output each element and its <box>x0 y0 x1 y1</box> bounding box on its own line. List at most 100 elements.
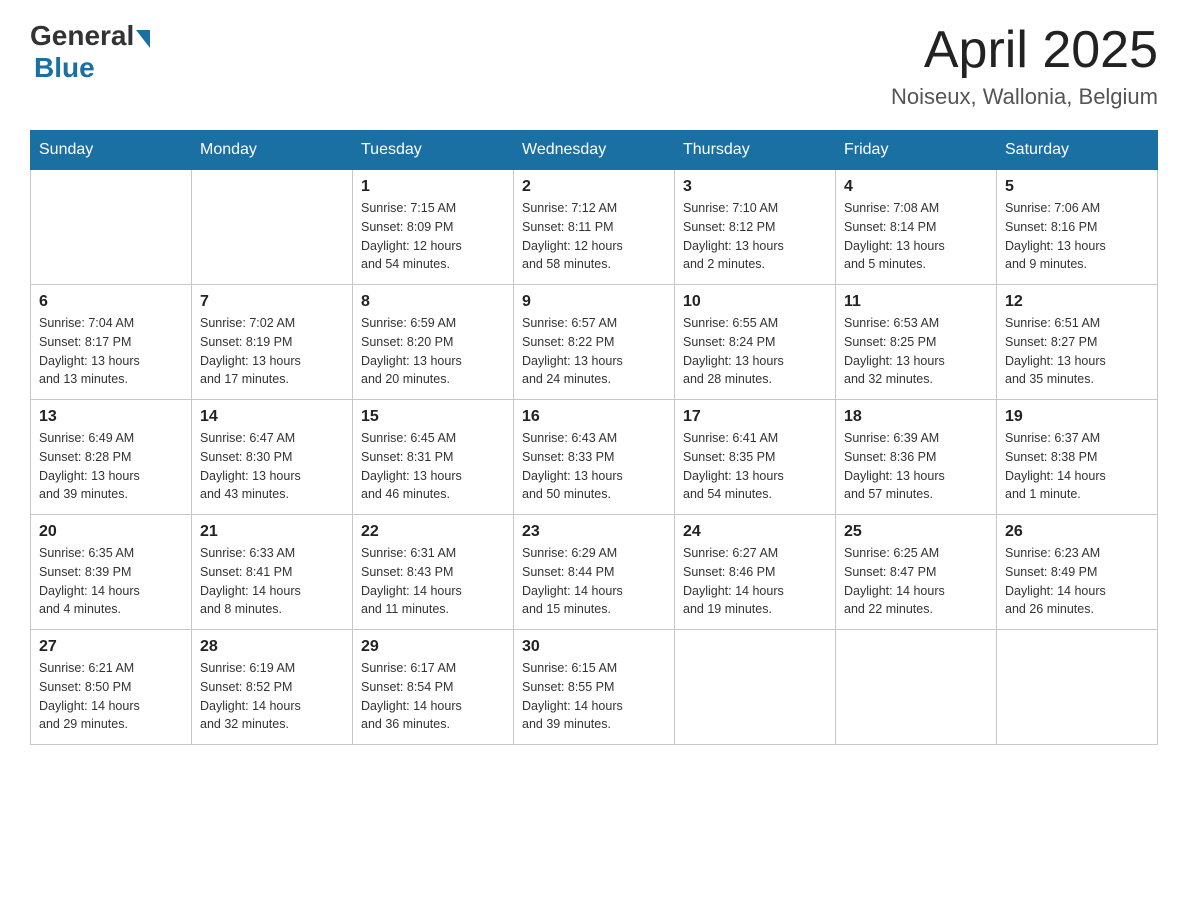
logo-general-text: General <box>30 20 134 52</box>
logo: General Blue <box>30 20 150 84</box>
day-number: 11 <box>844 293 988 311</box>
calendar-week-row: 13Sunrise: 6:49 AM Sunset: 8:28 PM Dayli… <box>31 400 1158 515</box>
calendar-cell: 12Sunrise: 6:51 AM Sunset: 8:27 PM Dayli… <box>997 285 1158 400</box>
day-info: Sunrise: 6:45 AM Sunset: 8:31 PM Dayligh… <box>361 429 505 504</box>
day-of-week-header: Tuesday <box>353 131 514 170</box>
day-info: Sunrise: 7:06 AM Sunset: 8:16 PM Dayligh… <box>1005 199 1149 274</box>
day-info: Sunrise: 6:31 AM Sunset: 8:43 PM Dayligh… <box>361 544 505 619</box>
day-of-week-header: Friday <box>836 131 997 170</box>
day-info: Sunrise: 7:04 AM Sunset: 8:17 PM Dayligh… <box>39 314 183 389</box>
calendar-cell: 6 Sunrise: 7:04 AM Sunset: 8:17 PM Daylig… <box>31 285 192 400</box>
day-info: Sunrise: 6:27 AM Sunset: 8:46 PM Dayligh… <box>683 544 827 619</box>
calendar-cell: 17 Sunrise: 6:41 AM Sunset: 8:35 PM Dayli… <box>675 400 836 515</box>
day-number: 5 <box>1005 178 1149 196</box>
day-info: Sunrise: 6:43 AM Sunset: 8:33 PM Dayligh… <box>522 429 666 504</box>
day-number: 22 <box>361 523 505 541</box>
calendar-cell: 14 Sunrise: 6:47 AM Sunset: 8:30 PM Dayli… <box>192 400 353 515</box>
calendar-cell: 7 Sunrise: 7:02 AM Sunset: 8:19 PM Daylig… <box>192 285 353 400</box>
day-info: Sunrise: 6:57 AM Sunset: 8:22 PM Dayligh… <box>522 314 666 389</box>
day-info: Sunrise: 6:33 AM Sunset: 8:41 PM Dayligh… <box>200 544 344 619</box>
calendar-cell: 24 Sunrise: 6:27 AM Sunset: 8:46 PM Dayli… <box>675 515 836 630</box>
day-number: 8 <box>361 293 505 311</box>
day-info: Sunrise: 6:39 AM Sunset: 8:36 PM Dayligh… <box>844 429 988 504</box>
day-info: Sunrise: 6:47 AM Sunset: 8:30 PM Dayligh… <box>200 429 344 504</box>
day-of-week-header: Sunday <box>31 131 192 170</box>
day-info: Sunrise: 6:55 AM Sunset: 8:24 PM Dayligh… <box>683 314 827 389</box>
day-number: 12 <box>1005 293 1149 311</box>
day-info: Sunrise: 6:41 AM Sunset: 8:35 PM Dayligh… <box>683 429 827 504</box>
calendar-cell: 16 Sunrise: 6:43 AM Sunset: 8:33 PM Dayli… <box>514 400 675 515</box>
calendar-cell: 23 Sunrise: 6:29 AM Sunset: 8:44 PM Dayli… <box>514 515 675 630</box>
day-number: 1 <box>361 178 505 196</box>
calendar-cell: 4Sunrise: 7:08 AM Sunset: 8:14 PM Daylig… <box>836 170 997 285</box>
day-info: Sunrise: 6:25 AM Sunset: 8:47 PM Dayligh… <box>844 544 988 619</box>
day-of-week-header: Wednesday <box>514 131 675 170</box>
day-info: Sunrise: 7:02 AM Sunset: 8:19 PM Dayligh… <box>200 314 344 389</box>
day-number: 17 <box>683 408 827 426</box>
calendar-week-row: 1 Sunrise: 7:15 AM Sunset: 8:09 PM Daylig… <box>31 170 1158 285</box>
calendar-cell: 30 Sunrise: 6:15 AM Sunset: 8:55 PM Dayli… <box>514 630 675 745</box>
day-number: 7 <box>200 293 344 311</box>
calendar-cell: 19Sunrise: 6:37 AM Sunset: 8:38 PM Dayli… <box>997 400 1158 515</box>
day-info: Sunrise: 7:10 AM Sunset: 8:12 PM Dayligh… <box>683 199 827 274</box>
day-number: 13 <box>39 408 183 426</box>
day-info: Sunrise: 7:15 AM Sunset: 8:09 PM Dayligh… <box>361 199 505 274</box>
day-number: 21 <box>200 523 344 541</box>
calendar-cell: 5 Sunrise: 7:06 AM Sunset: 8:16 PM Daylig… <box>997 170 1158 285</box>
day-of-week-header: Monday <box>192 131 353 170</box>
day-number: 18 <box>844 408 988 426</box>
calendar-title: April 2025 <box>891 20 1158 80</box>
calendar-cell: 2 Sunrise: 7:12 AM Sunset: 8:11 PM Daylig… <box>514 170 675 285</box>
day-info: Sunrise: 7:12 AM Sunset: 8:11 PM Dayligh… <box>522 199 666 274</box>
day-number: 10 <box>683 293 827 311</box>
calendar-cell <box>997 630 1158 745</box>
day-number: 9 <box>522 293 666 311</box>
day-number: 20 <box>39 523 183 541</box>
calendar-cell: 1 Sunrise: 7:15 AM Sunset: 8:09 PM Daylig… <box>353 170 514 285</box>
day-number: 3 <box>683 178 827 196</box>
calendar-cell: 27Sunrise: 6:21 AM Sunset: 8:50 PM Dayli… <box>31 630 192 745</box>
day-number: 26 <box>1005 523 1149 541</box>
day-info: Sunrise: 6:59 AM Sunset: 8:20 PM Dayligh… <box>361 314 505 389</box>
day-info: Sunrise: 6:37 AM Sunset: 8:38 PM Dayligh… <box>1005 429 1149 504</box>
calendar-week-row: 20 Sunrise: 6:35 AM Sunset: 8:39 PM Dayli… <box>31 515 1158 630</box>
calendar-cell: 25 Sunrise: 6:25 AM Sunset: 8:47 PM Dayli… <box>836 515 997 630</box>
calendar-header-row: SundayMondayTuesdayWednesdayThursdayFrid… <box>31 131 1158 170</box>
day-info: Sunrise: 6:17 AM Sunset: 8:54 PM Dayligh… <box>361 659 505 734</box>
calendar-cell: 29Sunrise: 6:17 AM Sunset: 8:54 PM Dayli… <box>353 630 514 745</box>
day-number: 6 <box>39 293 183 311</box>
calendar-table: SundayMondayTuesdayWednesdayThursdayFrid… <box>30 130 1158 745</box>
day-number: 14 <box>200 408 344 426</box>
page-header: General Blue April 2025 Noiseux, Walloni… <box>30 20 1158 110</box>
calendar-cell: 13Sunrise: 6:49 AM Sunset: 8:28 PM Dayli… <box>31 400 192 515</box>
calendar-cell <box>836 630 997 745</box>
calendar-location: Noiseux, Wallonia, Belgium <box>891 84 1158 110</box>
day-number: 15 <box>361 408 505 426</box>
day-of-week-header: Saturday <box>997 131 1158 170</box>
calendar-cell: 3 Sunrise: 7:10 AM Sunset: 8:12 PM Daylig… <box>675 170 836 285</box>
calendar-cell: 9 Sunrise: 6:57 AM Sunset: 8:22 PM Daylig… <box>514 285 675 400</box>
calendar-cell: 22 Sunrise: 6:31 AM Sunset: 8:43 PM Dayli… <box>353 515 514 630</box>
day-number: 16 <box>522 408 666 426</box>
day-info: Sunrise: 6:15 AM Sunset: 8:55 PM Dayligh… <box>522 659 666 734</box>
day-number: 30 <box>522 638 666 656</box>
day-number: 2 <box>522 178 666 196</box>
day-info: Sunrise: 6:53 AM Sunset: 8:25 PM Dayligh… <box>844 314 988 389</box>
day-number: 24 <box>683 523 827 541</box>
calendar-cell: 20 Sunrise: 6:35 AM Sunset: 8:39 PM Dayli… <box>31 515 192 630</box>
day-number: 28 <box>200 638 344 656</box>
logo-blue-text: Blue <box>34 52 95 84</box>
calendar-cell: 10 Sunrise: 6:55 AM Sunset: 8:24 PM Dayli… <box>675 285 836 400</box>
day-info: Sunrise: 7:08 AM Sunset: 8:14 PM Dayligh… <box>844 199 988 274</box>
day-info: Sunrise: 6:29 AM Sunset: 8:44 PM Dayligh… <box>522 544 666 619</box>
title-block: April 2025 Noiseux, Wallonia, Belgium <box>891 20 1158 110</box>
day-number: 25 <box>844 523 988 541</box>
calendar-cell: 28 Sunrise: 6:19 AM Sunset: 8:52 PM Dayli… <box>192 630 353 745</box>
day-info: Sunrise: 6:19 AM Sunset: 8:52 PM Dayligh… <box>200 659 344 734</box>
day-info: Sunrise: 6:35 AM Sunset: 8:39 PM Dayligh… <box>39 544 183 619</box>
calendar-cell: 21 Sunrise: 6:33 AM Sunset: 8:41 PM Dayli… <box>192 515 353 630</box>
logo-arrow-icon <box>136 30 150 48</box>
day-number: 23 <box>522 523 666 541</box>
calendar-cell: 15 Sunrise: 6:45 AM Sunset: 8:31 PM Dayli… <box>353 400 514 515</box>
calendar-cell: 8 Sunrise: 6:59 AM Sunset: 8:20 PM Daylig… <box>353 285 514 400</box>
